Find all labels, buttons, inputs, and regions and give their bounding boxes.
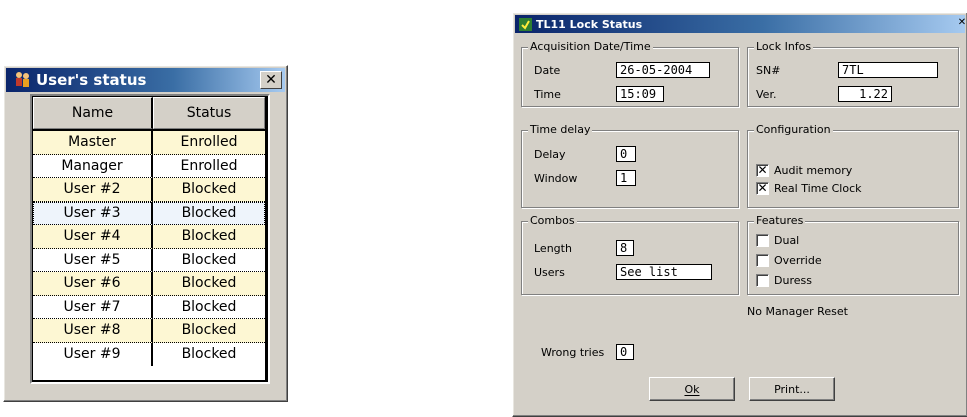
table-row[interactable]: Manager Enrolled [33, 154, 265, 178]
user-name-cell: User #8 [33, 319, 153, 342]
ok-button-label: Ok [684, 382, 700, 396]
lock-status-window: TL11 Lock Status ✕ Acquisition Date/Time… [512, 12, 967, 417]
users-field[interactable]: See list [616, 264, 712, 280]
duress-checkbox[interactable] [756, 274, 769, 287]
lock-infos-group: Lock Infos SN# 7TL Ver. 1.22 [747, 40, 959, 107]
column-header-status[interactable]: Status [153, 97, 265, 129]
users-table: Name Status Master Enrolled Manager Enro… [32, 96, 268, 382]
users-status-titlebar[interactable]: User's status [6, 68, 285, 92]
user-name-cell: User #7 [33, 295, 153, 318]
users-table-frame: Name Status Master Enrolled Manager Enro… [30, 94, 270, 384]
ver-field[interactable]: 1.22 [838, 86, 892, 102]
user-status-cell: Blocked [181, 346, 237, 363]
table-row[interactable]: Master Enrolled [33, 131, 265, 155]
print-button[interactable]: Print... [749, 377, 835, 401]
user-status-cell: Blocked [181, 228, 237, 245]
user-name-cell: User #5 [33, 248, 153, 271]
user-status-cell: Blocked [181, 322, 237, 339]
combos-group: Combos Length 8 Users See list [521, 214, 739, 295]
features-group-title: Features [754, 214, 806, 227]
lock-infos-group-title: Lock Infos [754, 40, 814, 53]
users-group-icon [14, 71, 32, 89]
user-name-cell: User #9 [33, 342, 153, 366]
app-icon [519, 17, 532, 31]
dual-checkbox[interactable] [756, 234, 769, 247]
table-row[interactable]: User #5 Blocked [33, 248, 265, 272]
table-row[interactable]: User #9 Blocked [33, 342, 265, 366]
users-label: Users [534, 266, 565, 279]
close-icon: ✕ [957, 17, 967, 28]
user-status-cell: Blocked [181, 204, 237, 221]
table-row[interactable]: User #7 Blocked [33, 295, 265, 319]
configuration-group-title: Configuration [754, 123, 833, 136]
lock-close-button[interactable]: ✕ [955, 16, 967, 29]
user-name-cell: User #2 [33, 178, 153, 201]
table-row[interactable]: User #4 Blocked [33, 225, 265, 249]
length-field[interactable]: 8 [616, 240, 634, 256]
real-time-clock-checkbox[interactable]: ✕ [756, 182, 769, 195]
user-status-cell: Blocked [181, 181, 237, 198]
user-name-cell: User #4 [33, 225, 153, 248]
user-status-cell: Blocked [181, 298, 237, 315]
date-label: Date [534, 64, 561, 77]
time-field[interactable]: 15:09 [616, 86, 664, 102]
lock-status-title: TL11 Lock Status [536, 17, 643, 31]
delay-label: Delay [534, 148, 566, 161]
users-status-title: User's status [36, 71, 147, 89]
audit-memory-checkbox[interactable]: ✕ [756, 164, 769, 177]
dual-label: Dual [774, 234, 800, 247]
duress-label: Duress [774, 274, 812, 287]
features-group: Features Dual Override Duress [747, 214, 959, 295]
user-name-cell: User #6 [33, 272, 153, 295]
users-table-header: Name Status [33, 97, 265, 131]
real-time-clock-label: Real Time Clock [774, 182, 862, 195]
override-checkbox[interactable] [756, 254, 769, 267]
user-name-cell: Master [33, 131, 153, 154]
no-manager-reset-text: No Manager Reset [747, 305, 848, 318]
table-row[interactable]: User #2 Blocked [33, 178, 265, 202]
table-row[interactable]: User #3 Blocked [33, 201, 265, 225]
print-button-label: Print... [774, 382, 810, 396]
lock-status-titlebar[interactable]: TL11 Lock Status [515, 15, 965, 33]
length-label: Length [534, 242, 572, 255]
configuration-group: Configuration ✕ Audit memory ✕ Real Time… [747, 123, 959, 208]
user-name-cell: Manager [33, 154, 153, 177]
ok-button[interactable]: Ok [649, 377, 735, 401]
sn-field[interactable]: 7TL [838, 62, 938, 78]
user-name-cell: User #3 [33, 201, 153, 224]
time-label: Time [534, 88, 561, 101]
wrong-tries-label: Wrong tries [541, 346, 605, 359]
user-status-cell: Blocked [181, 251, 237, 268]
user-status-cell: Blocked [181, 275, 237, 292]
combos-group-title: Combos [528, 214, 577, 227]
user-status-cell: Enrolled [180, 134, 238, 151]
users-status-window: User's status ✕ Name Status Master Enrol… [3, 65, 288, 402]
users-close-button[interactable]: ✕ [260, 71, 282, 89]
column-header-name[interactable]: Name [33, 97, 153, 129]
ver-label: Ver. [756, 88, 777, 101]
sn-label: SN# [756, 64, 781, 77]
override-label: Override [774, 254, 822, 267]
time-delay-group: Time delay Delay 0 Window 1 [521, 123, 739, 208]
audit-memory-label: Audit memory [774, 164, 853, 177]
window-label: Window [534, 172, 578, 185]
delay-field[interactable]: 0 [616, 146, 636, 162]
table-row[interactable]: User #6 Blocked [33, 272, 265, 296]
window-field[interactable]: 1 [616, 170, 636, 186]
time-delay-group-title: Time delay [528, 123, 593, 136]
acquisition-group: Acquisition Date/Time Date 26-05-2004 Ti… [521, 40, 739, 107]
close-icon: ✕ [265, 72, 277, 88]
user-status-cell: Enrolled [180, 157, 238, 174]
wrong-tries-field[interactable]: 0 [616, 344, 634, 360]
date-field[interactable]: 26-05-2004 [616, 62, 710, 78]
acquisition-group-title: Acquisition Date/Time [528, 40, 653, 53]
table-row[interactable]: User #8 Blocked [33, 319, 265, 343]
